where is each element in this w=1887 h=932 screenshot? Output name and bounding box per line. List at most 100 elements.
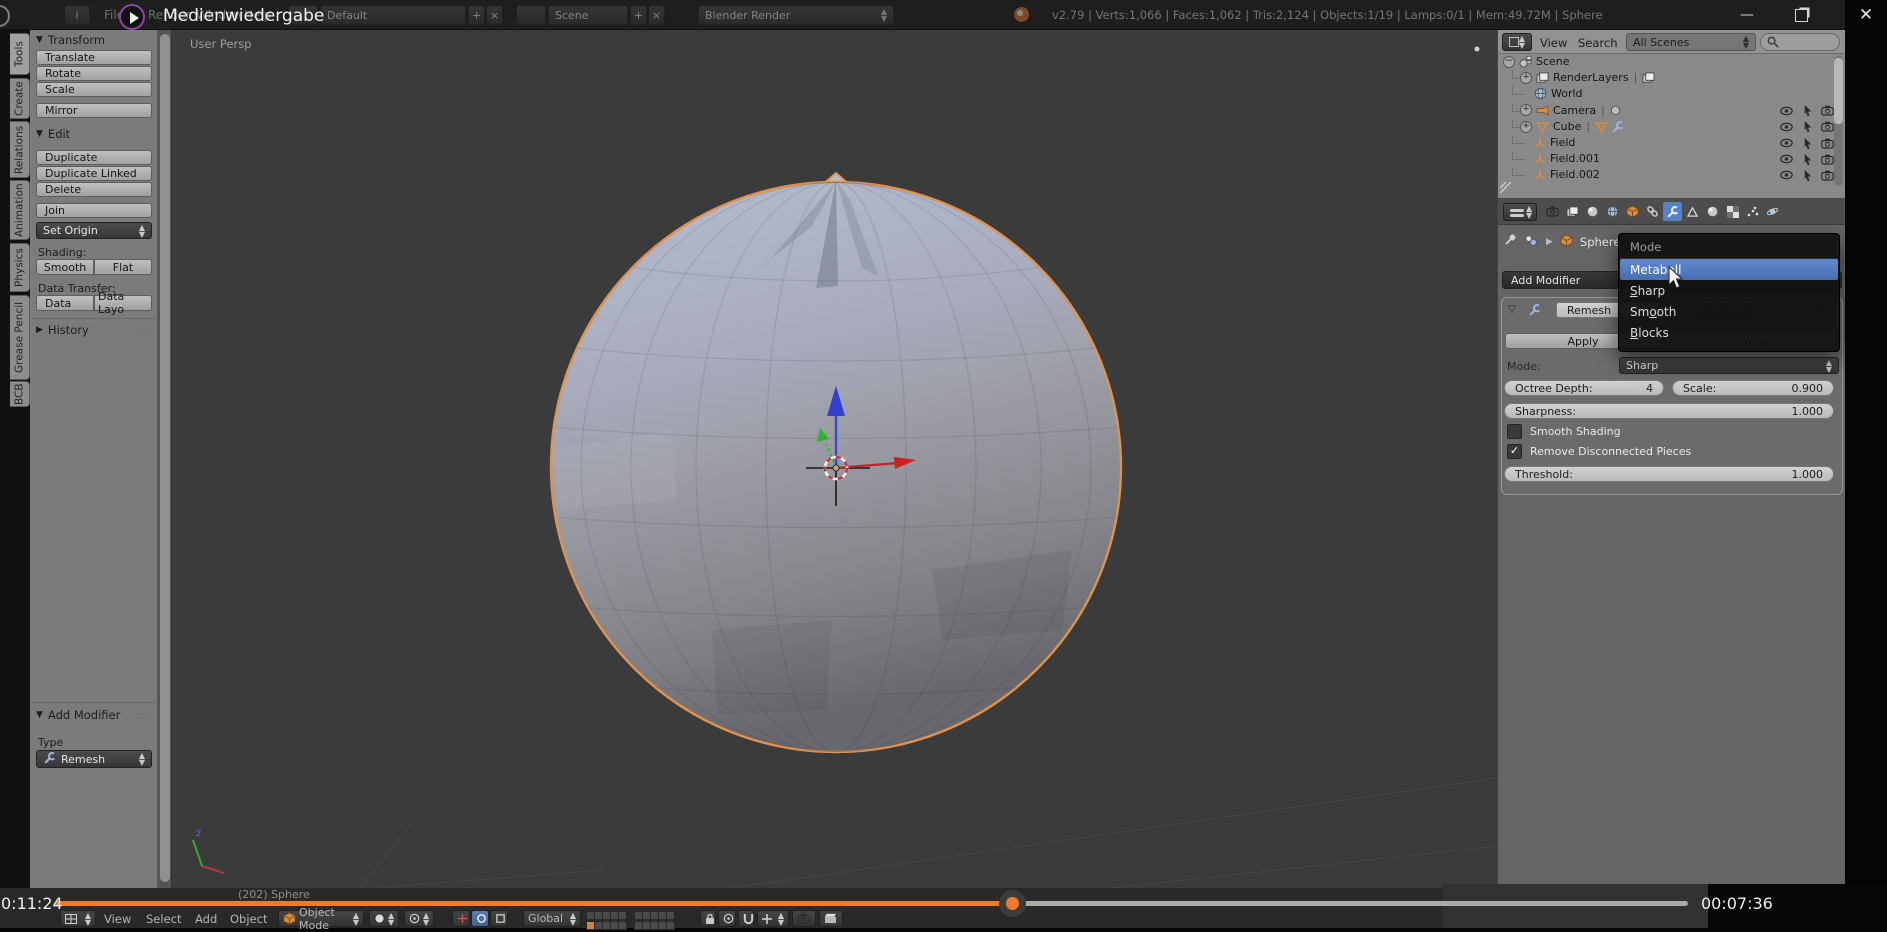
seekbar[interactable] (55, 901, 1688, 906)
modifier-type-dropdown[interactable]: Remesh ▲▼ (36, 750, 152, 768)
view3d-menu-object[interactable]: Object (230, 912, 267, 926)
history-panel-header[interactable]: ▶ History (36, 323, 152, 337)
scene-add-button[interactable]: + (630, 5, 647, 25)
outliner-filter-dropdown[interactable]: All Scenes ▲▼ (1626, 33, 1756, 51)
lock-button[interactable] (700, 910, 716, 927)
orientation-dropdown[interactable]: Global▲▼ (523, 910, 581, 927)
visibility-toggle[interactable] (1777, 120, 1795, 134)
scale-button[interactable]: Scale (36, 82, 152, 97)
properties-tab-object[interactable] (1623, 202, 1642, 221)
shade-smooth-button[interactable]: Smooth (36, 259, 94, 275)
view3d-menu-view[interactable]: View (104, 912, 131, 926)
outliner-item-camera[interactable]: +Camera| (1498, 103, 1845, 119)
minimize-button[interactable]: — (1722, 0, 1772, 30)
remove-disconnected-checkbox[interactable]: ✓ (1507, 444, 1522, 459)
expand-icon[interactable]: + (1520, 104, 1532, 116)
snap-target-dropdown[interactable]: ▲▼ (757, 910, 789, 927)
selectability-toggle[interactable] (1799, 136, 1817, 150)
selectability-toggle[interactable] (1799, 120, 1817, 134)
panel-grip-dots[interactable] (137, 130, 152, 139)
outliner-menu-search[interactable]: Search (1578, 36, 1618, 50)
manipulator-rotate-toggle[interactable] (471, 910, 489, 927)
rotate-button[interactable]: Rotate (36, 66, 152, 81)
visibility-toggle[interactable] (1777, 152, 1795, 166)
outliner-item-scene[interactable]: −Scene (1498, 54, 1845, 70)
properties-tab-scene[interactable] (1583, 202, 1602, 221)
layers-grid-2[interactable] (634, 911, 673, 930)
properties-tab-particles[interactable] (1743, 202, 1762, 221)
mode-option-blocks[interactable]: Blocks (1620, 322, 1838, 343)
properties-tab-object-data[interactable] (1683, 202, 1702, 221)
delete-button[interactable]: Delete (36, 182, 152, 197)
proportional-edit-dropdown[interactable] (718, 910, 736, 927)
scene-close-button[interactable]: × (648, 5, 665, 25)
properties-layout-selector[interactable]: ▲▼ (1503, 203, 1537, 221)
outliner-editor-type-button[interactable]: ▲▼ (1502, 33, 1532, 51)
data-button[interactable]: Data (36, 295, 94, 311)
tool-tab-create[interactable]: Create (10, 78, 30, 119)
scene-selector-field[interactable]: Scene (548, 5, 628, 25)
sharpness-field[interactable]: Sharpness:1.000 (1504, 403, 1834, 419)
outliner-item-field-001[interactable]: Field.001 (1498, 151, 1845, 167)
visibility-toggle[interactable] (1777, 136, 1795, 150)
outliner-item-field-002[interactable]: Field.002 (1498, 167, 1845, 183)
viewport-shading-dropdown[interactable]: ▲▼ (369, 910, 399, 927)
mirror-button[interactable]: Mirror (36, 103, 152, 118)
modifier-collapse-button[interactable]: ▽ (1508, 304, 1516, 315)
collapse-icon[interactable]: − (1503, 56, 1515, 68)
octree-depth-field[interactable]: Octree Depth:4 (1504, 380, 1664, 396)
screen-layout-field[interactable]: Default (320, 5, 466, 25)
close-button[interactable]: ✕ (1845, 0, 1887, 30)
toolshelf-scrollbar[interactable] (160, 34, 170, 882)
pin-icon[interactable] (1503, 232, 1517, 251)
view3d-menu-select[interactable]: Select (146, 912, 181, 926)
smooth-shading-checkbox[interactable] (1507, 424, 1522, 439)
resize-corner-icon[interactable] (1500, 182, 1514, 196)
properties-tab-modifiers[interactable] (1663, 202, 1682, 221)
join-button[interactable]: Join (36, 203, 152, 218)
mode-option-smooth[interactable]: Smooth (1620, 301, 1838, 322)
properties-tab-material[interactable] (1703, 202, 1722, 221)
seekbar-playhead[interactable] (999, 890, 1026, 917)
tool-tab-tools[interactable]: Tools (10, 33, 30, 75)
panel-grip-dots[interactable] (137, 711, 152, 720)
duplicate-linked-button[interactable]: Duplicate Linked (36, 166, 152, 181)
manipulator-scale-toggle[interactable] (490, 910, 508, 927)
pivot-center-dropdown[interactable]: ▲▼ (404, 910, 434, 927)
visibility-toggle[interactable] (1777, 168, 1795, 182)
properties-tab-render[interactable] (1543, 202, 1562, 221)
outliner-item-world[interactable]: World (1498, 86, 1845, 102)
transform-panel-header[interactable]: ▼ Transform (36, 33, 152, 47)
tool-tab-relations[interactable]: Relations (10, 121, 30, 178)
mode-option-metaball[interactable]: Metaball (1620, 259, 1838, 280)
tool-tab-grease-pencil[interactable]: Grease Pencil (10, 295, 30, 380)
view3d-menu-add[interactable]: Add (195, 912, 217, 926)
panel-grip-dots[interactable] (137, 326, 152, 335)
scale-field[interactable]: Scale:0.900 (1672, 380, 1834, 396)
opengl-render-anim-button[interactable] (819, 910, 843, 927)
expand-icon[interactable]: + (1520, 121, 1532, 133)
add-modifier-panel-header[interactable]: ▼ Add Modifier (36, 708, 152, 722)
properties-tab-constraints[interactable] (1643, 202, 1662, 221)
opengl-render-button[interactable] (792, 910, 816, 927)
mode-dropdown[interactable]: Sharp ▲▼ (1619, 357, 1839, 374)
selectability-toggle[interactable] (1799, 168, 1817, 182)
properties-tab-render-layers[interactable] (1563, 202, 1582, 221)
layout-close-button[interactable]: × (486, 5, 503, 25)
set-origin-dropdown[interactable]: Set Origin ▲▼ (36, 222, 152, 239)
panel-grip-dots[interactable] (137, 36, 152, 45)
tool-tab-bcb[interactable]: BCB (10, 381, 30, 407)
layer-cell[interactable] (666, 911, 675, 920)
outliner-search-input[interactable] (1760, 33, 1840, 51)
layer-cell[interactable] (618, 921, 627, 930)
object-mode-dropdown[interactable]: Object Mode▲▼ (278, 910, 364, 927)
layer-cell[interactable] (618, 911, 627, 920)
edit-panel-header[interactable]: ▼ Edit (36, 127, 152, 141)
play-button[interactable] (119, 4, 145, 30)
outliner-item-cube[interactable]: +Cube| (1498, 119, 1845, 135)
properties-tab-world[interactable] (1603, 202, 1622, 221)
layer-cell[interactable] (666, 921, 675, 930)
mode-option-sharp[interactable]: Sharp (1620, 280, 1838, 301)
outliner-menu-view[interactable]: View (1540, 36, 1567, 50)
expand-icon[interactable]: + (1520, 72, 1532, 84)
